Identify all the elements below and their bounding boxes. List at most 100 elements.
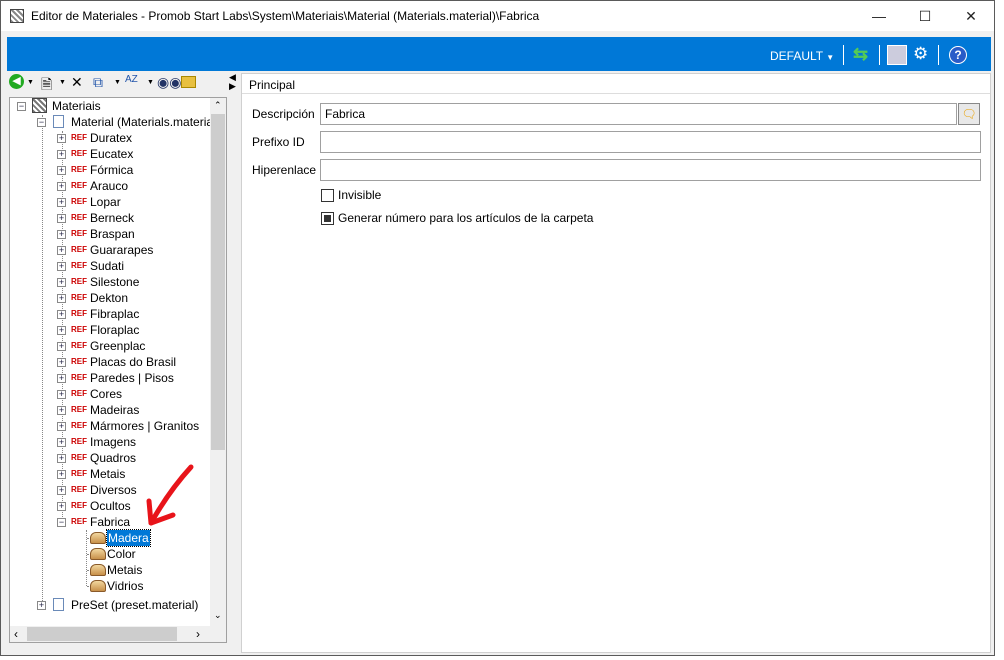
tree-node-item[interactable]: + REF Placas do Brasil <box>10 354 210 370</box>
expand-icon[interactable]: + <box>37 601 46 610</box>
tree-node-label: Materiais <box>52 99 101 113</box>
prefijo-input[interactable] <box>320 131 981 153</box>
tree-node-file[interactable]: − Material (Materials.material) <box>10 114 220 130</box>
tree-node-label: Fabrica <box>90 515 131 529</box>
expand-icon[interactable]: + <box>57 310 66 319</box>
expand-icon[interactable]: + <box>57 214 66 223</box>
scroll-thumb[interactable] <box>27 627 177 641</box>
tree-node-item[interactable]: + REF Floraplac <box>10 322 210 338</box>
layout-icon[interactable] <box>887 45 907 65</box>
ref-badge-icon: REF <box>71 133 87 142</box>
generar-numero-checkbox[interactable] <box>321 212 334 225</box>
scroll-thumb[interactable] <box>211 114 225 450</box>
expand-icon[interactable]: + <box>57 182 66 191</box>
tree-node-item[interactable]: + REF Fórmica <box>10 162 210 178</box>
expand-icon[interactable]: + <box>57 342 66 351</box>
tree-node-item[interactable]: + REF Duratex <box>10 130 210 146</box>
splitter-toggle[interactable]: ◀ ▶ <box>229 73 236 91</box>
expand-icon[interactable]: + <box>57 486 66 495</box>
expand-icon[interactable]: + <box>57 358 66 367</box>
find-icon[interactable]: ◉◉ <box>157 74 181 91</box>
tree-node-item[interactable]: + REF Eucatex <box>10 146 210 162</box>
expand-icon[interactable]: + <box>57 262 66 271</box>
ref-badge-icon: REF <box>71 373 87 382</box>
tree-node-material[interactable]: Madera <box>10 529 210 547</box>
tree-node-item[interactable]: + REF Braspan <box>10 226 210 242</box>
material-tree[interactable]: − Materiais − Material (Materials.materi… <box>9 97 227 643</box>
tree-node-preset[interactable]: + PreSet (preset.material) <box>10 597 210 613</box>
dropdown-arrow-icon[interactable]: ▼ <box>147 79 154 86</box>
ref-badge-icon: REF <box>71 309 87 318</box>
expand-icon[interactable]: + <box>57 422 66 431</box>
ref-badge-icon: REF <box>71 213 87 222</box>
material-icon <box>90 548 106 560</box>
expand-icon[interactable]: + <box>57 150 66 159</box>
back-icon[interactable]: ◀ <box>9 74 24 89</box>
hiperenlace-input[interactable] <box>320 159 981 181</box>
copy-icon[interactable]: ⧉ <box>93 74 103 91</box>
sort-az-icon[interactable]: AZ <box>125 74 138 85</box>
tree-node-material[interactable]: Metais <box>10 562 210 578</box>
ref-badge-icon: REF <box>71 341 87 350</box>
tree-node-item[interactable]: + REF Berneck <box>10 210 210 226</box>
tree-node-item[interactable]: + REF Silestone <box>10 274 210 290</box>
collapse-icon[interactable]: − <box>57 518 66 527</box>
tree-node-material[interactable]: Color <box>10 546 210 562</box>
close-button[interactable]: ✕ <box>948 1 994 31</box>
expand-icon[interactable]: + <box>57 470 66 479</box>
expand-icon[interactable]: + <box>57 230 66 239</box>
expand-icon[interactable]: + <box>57 326 66 335</box>
dropdown-arrow-icon[interactable]: ▼ <box>114 79 121 86</box>
tree-node-item[interactable]: + REF Dekton <box>10 290 210 306</box>
tree-node-root[interactable]: − Materiais <box>10 98 210 114</box>
title-bar: Editor de Materiales - Promob Start Labs… <box>1 1 994 31</box>
expand-icon[interactable]: + <box>57 406 66 415</box>
help-icon[interactable]: ? <box>949 46 967 64</box>
translate-button[interactable]: 🗨 <box>958 103 980 125</box>
tree-node-item[interactable]: + REF Sudati <box>10 258 210 274</box>
tree-node-item[interactable]: + REF Paredes | Pisos <box>10 370 210 386</box>
expand-icon[interactable]: + <box>57 438 66 447</box>
descripcion-label: Descripción <box>252 107 315 121</box>
expand-icon[interactable]: + <box>57 390 66 399</box>
expand-icon[interactable]: + <box>57 246 66 255</box>
expand-icon[interactable]: + <box>57 502 66 511</box>
horizontal-scrollbar[interactable]: ‹ › <box>10 626 226 642</box>
tree-node-item[interactable]: + REF Greenplac <box>10 338 210 354</box>
tree-node-item[interactable]: + REF Madeiras <box>10 402 210 418</box>
profile-dropdown[interactable]: DEFAULT ▼ <box>770 49 834 63</box>
tree-node-item[interactable]: + REF Imagens <box>10 434 210 450</box>
scroll-up-icon[interactable]: ⌃ <box>214 100 222 111</box>
tree-node-material[interactable]: Vidrios <box>10 578 210 594</box>
invisible-checkbox[interactable] <box>321 189 334 202</box>
expand-icon[interactable]: + <box>57 198 66 207</box>
scroll-left-icon[interactable]: ‹ <box>14 627 18 641</box>
expand-icon[interactable]: + <box>57 374 66 383</box>
dropdown-arrow-icon[interactable]: ▼ <box>59 79 66 86</box>
refresh-icon[interactable]: ⇆ <box>853 44 868 65</box>
scroll-right-icon[interactable]: › <box>196 627 200 641</box>
new-item-icon[interactable]: 🗎 <box>41 74 52 98</box>
tree-node-item[interactable]: + REF Lopar <box>10 194 210 210</box>
expand-icon[interactable]: + <box>57 454 66 463</box>
expand-icon[interactable]: + <box>57 166 66 175</box>
tree-node-item[interactable]: + REF Fibraplac <box>10 306 210 322</box>
dropdown-arrow-icon[interactable]: ▼ <box>27 79 34 86</box>
collapse-icon[interactable]: − <box>37 118 46 127</box>
collapse-icon[interactable]: − <box>17 102 26 111</box>
folder-move-icon[interactable] <box>181 76 196 88</box>
tree-node-item[interactable]: + REF Guararapes <box>10 242 210 258</box>
minimize-button[interactable]: — <box>856 1 902 31</box>
scroll-down-icon[interactable]: ⌄ <box>214 610 222 621</box>
expand-icon[interactable]: + <box>57 294 66 303</box>
maximize-button[interactable]: ☐ <box>902 1 948 31</box>
tree-node-item[interactable]: + REF Cores <box>10 386 210 402</box>
expand-icon[interactable]: + <box>57 278 66 287</box>
tree-node-item[interactable]: + REF Arauco <box>10 178 210 194</box>
tree-node-item[interactable]: + REF Mármores | Granitos <box>10 418 210 434</box>
descripcion-input[interactable] <box>320 103 957 125</box>
settings-icon[interactable]: ⚙ <box>913 44 928 64</box>
expand-icon[interactable]: + <box>57 134 66 143</box>
vertical-scrollbar[interactable]: ⌃ ⌄ <box>210 98 226 626</box>
delete-icon[interactable]: ✕ <box>71 74 83 91</box>
